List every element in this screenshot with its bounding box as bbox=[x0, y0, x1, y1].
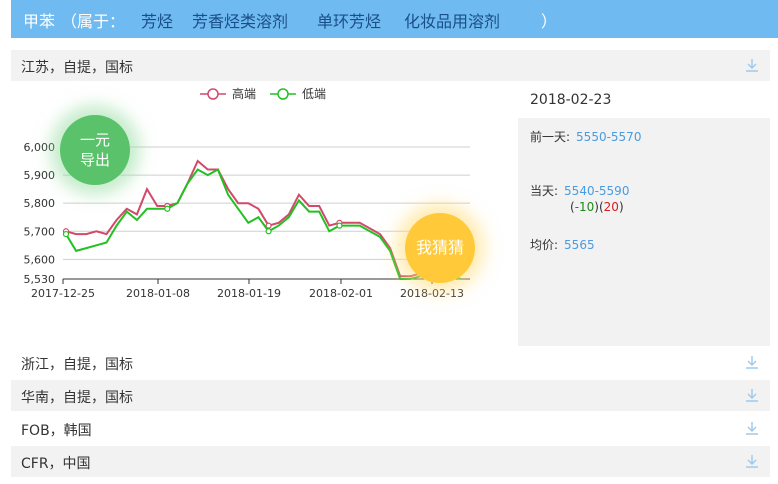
download-icon[interactable] bbox=[744, 354, 760, 370]
product-header-bar: 甲苯 （属于： 芳烃 芳香烃类溶剂 单环芳烃 化妆品用溶剂 ） bbox=[11, 0, 778, 38]
data-point bbox=[62, 230, 70, 238]
today-value: 5540-5590 bbox=[564, 184, 630, 198]
legend-swatch-marker bbox=[207, 88, 219, 100]
prev-day-row: 前一天: 5550-5570 bbox=[530, 128, 641, 145]
download-icon[interactable] bbox=[744, 453, 760, 469]
legend-label: 高端 bbox=[232, 86, 256, 101]
y-tick-label: 5,600 bbox=[24, 253, 56, 266]
y-tick-label: 5,900 bbox=[24, 169, 56, 182]
price-panel: 2018-02-23 前一天: 5550-5570 当天: 5540-5590 (-… bbox=[518, 82, 770, 346]
region-label: FOB，韩国 bbox=[21, 423, 92, 439]
avg-value: 5565 bbox=[564, 238, 595, 252]
category-link-monocyclic[interactable]: 单环芳烃 bbox=[317, 8, 381, 32]
category-link-cosmetic-solvents[interactable]: 化妆品用溶剂 bbox=[404, 8, 500, 32]
data-point bbox=[265, 228, 272, 235]
legend-swatch-marker bbox=[277, 88, 289, 100]
guess-button[interactable]: 我猜猜 bbox=[405, 213, 475, 283]
region-label: 浙江，自提，国标 bbox=[21, 357, 133, 373]
region-label: 华南，自提，国标 bbox=[21, 390, 133, 406]
y-tick-label: 6,000 bbox=[24, 141, 56, 154]
x-tick-label: 2017-12-25 bbox=[31, 287, 95, 300]
download-icon[interactable] bbox=[744, 420, 760, 436]
y-tick-label: 5,700 bbox=[24, 225, 56, 238]
x-tick-label: 2018-02-13 bbox=[400, 287, 464, 300]
data-point bbox=[164, 205, 171, 212]
export-line1: 一元 bbox=[79, 131, 110, 149]
today-label: 当天: bbox=[530, 184, 559, 198]
product-name: 甲苯 bbox=[23, 12, 56, 31]
price-detail-box: 前一天: 5550-5570 当天: 5540-5590 (-10)(20) 均价:… bbox=[518, 118, 770, 346]
change-high: 20 bbox=[603, 200, 619, 214]
today-row: 当天: 5540-5590 bbox=[530, 182, 629, 199]
export-line2: 导出 bbox=[79, 151, 110, 169]
x-tick-label: 2018-01-19 bbox=[217, 287, 281, 300]
region-row-huanan[interactable]: 华南，自提，国标 bbox=[11, 380, 770, 411]
belongs-label: （属于： bbox=[61, 12, 126, 31]
region-label: CFR，中国 bbox=[21, 456, 91, 472]
region-row-zhejiang[interactable]: 浙江，自提，国标 bbox=[11, 347, 770, 378]
category-link-aromatics[interactable]: 芳烃 bbox=[141, 8, 173, 32]
prev-day-label: 前一天: bbox=[530, 130, 571, 144]
change-low: -10 bbox=[574, 200, 595, 214]
region-label: 江苏，自提，国标 bbox=[21, 60, 133, 76]
data-point bbox=[336, 222, 343, 229]
region-row-fob-korea[interactable]: FOB，韩国 bbox=[11, 413, 770, 444]
region-row-jiangsu[interactable]: 江苏，自提，国标 bbox=[11, 50, 770, 81]
download-icon[interactable] bbox=[744, 387, 760, 403]
belongs-close: ） bbox=[541, 12, 558, 31]
category-link-aromatic-solvents[interactable]: 芳香烃类溶剂 bbox=[192, 8, 288, 32]
y-tick-label: 5,530 bbox=[24, 273, 56, 286]
series-line-low bbox=[65, 168, 462, 280]
avg-label: 均价: bbox=[530, 238, 559, 252]
download-icon[interactable] bbox=[744, 57, 760, 73]
price-change: (-10)(20) bbox=[570, 200, 624, 214]
x-tick-label: 2018-02-01 bbox=[309, 287, 373, 300]
y-tick-label: 5,800 bbox=[24, 197, 56, 210]
x-tick-label: 2018-01-08 bbox=[126, 287, 190, 300]
price-date: 2018-02-23 bbox=[530, 92, 612, 108]
export-button[interactable]: 一元 导出 bbox=[60, 115, 130, 185]
prev-day-value: 5550-5570 bbox=[576, 130, 642, 144]
legend-label: 低端 bbox=[302, 87, 326, 101]
avg-row: 均价: 5565 bbox=[530, 236, 595, 253]
region-row-cfr-china[interactable]: CFR，中国 bbox=[11, 446, 770, 477]
